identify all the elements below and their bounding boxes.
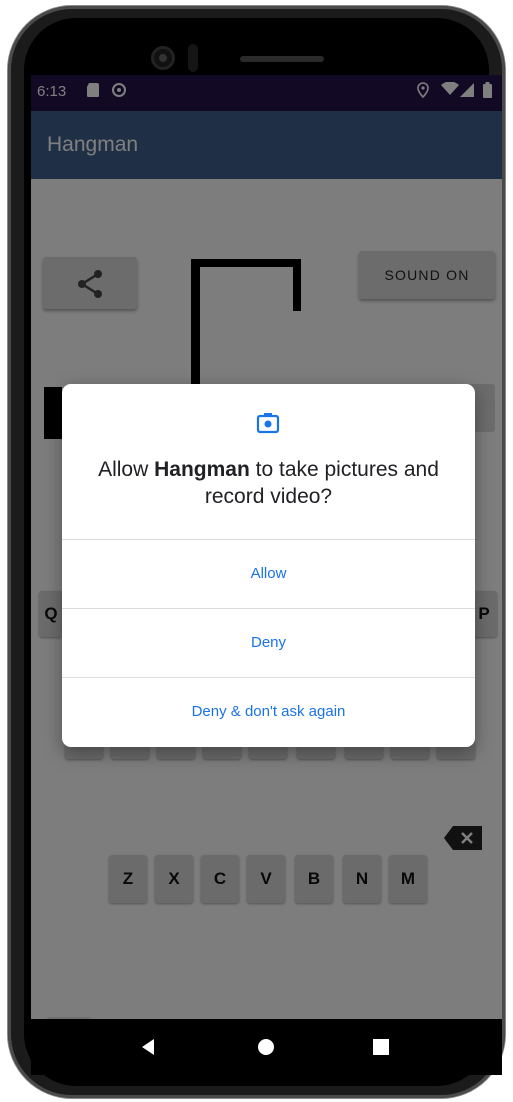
recents-icon <box>373 1039 389 1055</box>
home-icon <box>258 1039 274 1055</box>
device-screen: 6:13 Hangman <box>31 75 502 1075</box>
earpiece-speaker <box>240 56 324 62</box>
home-button[interactable] <box>236 1019 296 1075</box>
allow-button[interactable]: Allow <box>62 539 475 608</box>
back-icon <box>142 1039 154 1055</box>
front-camera <box>151 46 175 70</box>
app-name: Hangman <box>154 458 250 481</box>
navigation-bar <box>31 1019 502 1075</box>
deny-button[interactable]: Deny <box>62 608 475 677</box>
camera-icon <box>256 411 280 435</box>
permission-dialog: Allow Hangman to take pictures and recor… <box>62 384 475 747</box>
permission-message: Allow Hangman to take pictures and recor… <box>82 456 455 510</box>
message-prefix: Allow <box>98 458 155 481</box>
recents-button[interactable] <box>351 1019 411 1075</box>
back-button[interactable] <box>119 1019 179 1075</box>
proximity-sensor <box>188 44 198 72</box>
deny-dont-ask-button[interactable]: Deny & don't ask again <box>62 677 475 746</box>
